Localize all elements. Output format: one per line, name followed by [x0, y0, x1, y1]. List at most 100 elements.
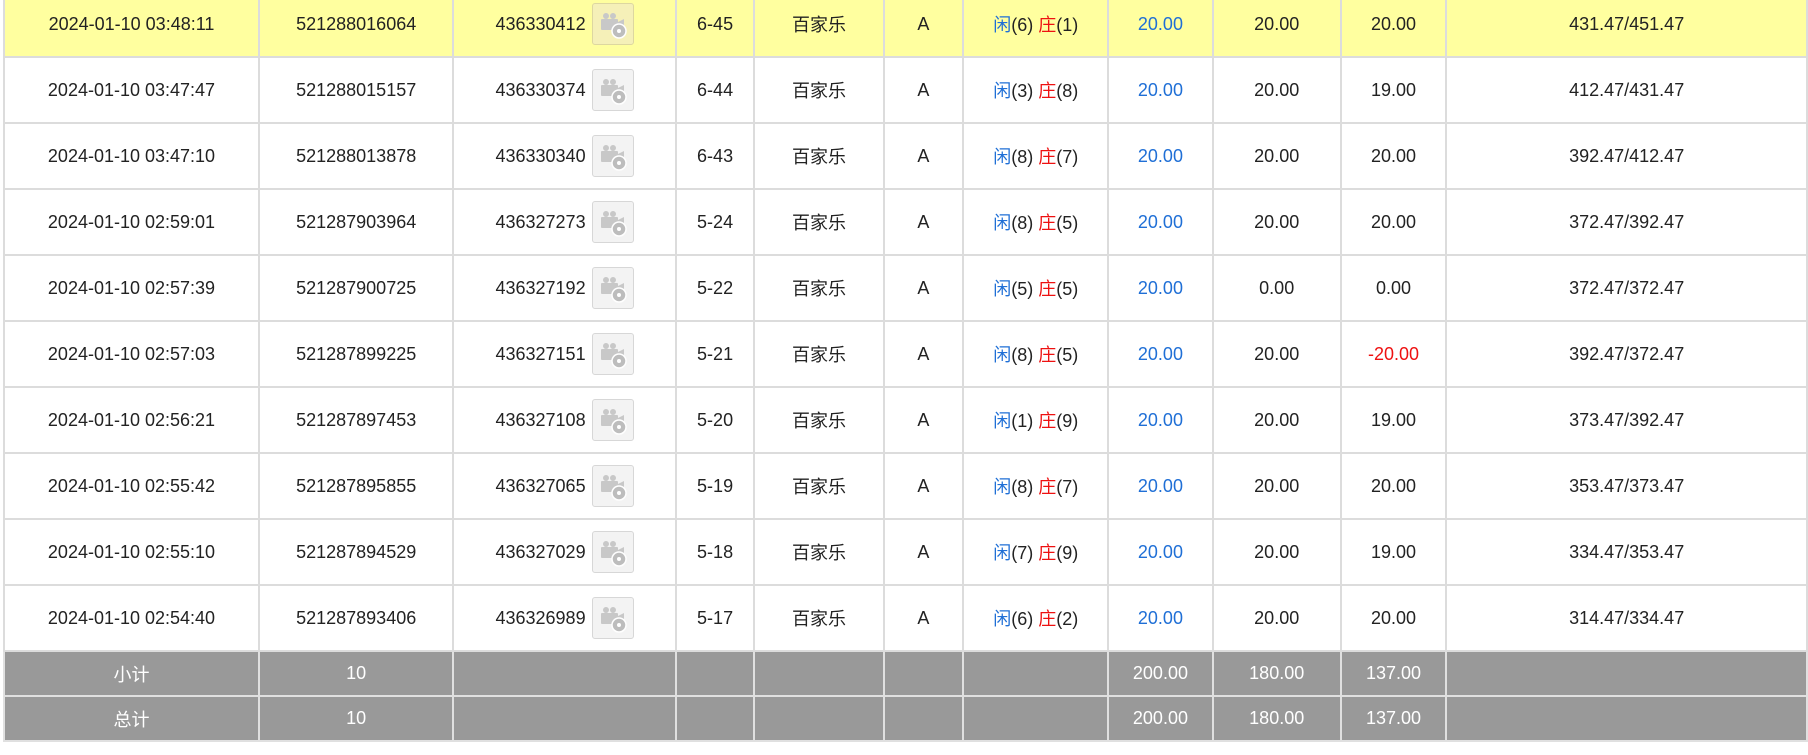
shoe-hand: 5-20	[674, 386, 756, 454]
result-cell: 闲(8) 庄(5)	[962, 320, 1110, 388]
empty-cell	[452, 695, 677, 742]
bet-time: 2024-01-10 03:47:10	[3, 122, 260, 190]
shoe-hand: 6-43	[674, 122, 756, 190]
player-label: 闲	[993, 543, 1012, 563]
bet-time: 2024-01-10 03:48:11	[3, 0, 260, 58]
result-cell: 闲(8) 庄(7)	[962, 452, 1110, 520]
bet-time: 2024-01-10 02:57:39	[3, 254, 260, 322]
game-type: 百家乐	[753, 320, 885, 388]
player-label: 闲	[993, 81, 1012, 101]
banker-score: (2)	[1056, 609, 1079, 629]
empty-cell	[882, 650, 965, 697]
banker-label: 庄	[1038, 411, 1057, 431]
bet-amount: 20.00	[1107, 518, 1214, 586]
empty-cell	[962, 650, 1110, 697]
summary-row: 总计 10 200.00 180.00 137.00	[3, 695, 1808, 742]
result-cell: 闲(7) 庄(9)	[962, 518, 1110, 586]
payout: 20.00	[1339, 452, 1448, 520]
shoe-hand: 6-45	[674, 0, 756, 58]
banker-score: (7)	[1056, 147, 1079, 167]
video-playback-icon[interactable]	[591, 201, 634, 243]
shoe-hand: 5-22	[674, 254, 756, 322]
video-playback-icon[interactable]	[591, 399, 634, 441]
order-number: 521287903964	[257, 188, 455, 256]
video-playback-icon[interactable]	[591, 3, 634, 45]
video-playback-icon[interactable]	[591, 531, 634, 573]
player-label: 闲	[993, 609, 1012, 629]
payout: 20.00	[1339, 188, 1448, 256]
video-playback-icon[interactable]	[591, 465, 634, 507]
player-label: 闲	[993, 411, 1012, 431]
order-number: 521288016064	[257, 0, 455, 58]
table-row: 2024-01-10 02:57:03 521287899225 4363271…	[3, 320, 1808, 388]
bet-amount: 20.00	[1107, 188, 1214, 256]
bet-records-table: 2024-01-10 03:48:11 521288016064 4363304…	[3, 0, 1808, 742]
player-score: (1)	[1011, 411, 1034, 431]
round-cell: 436326989	[452, 584, 677, 652]
round-cell: 436327029	[452, 518, 677, 586]
shoe-hand: 5-24	[674, 188, 756, 256]
payout: 20.00	[1339, 0, 1448, 58]
player-score: (8)	[1011, 477, 1034, 497]
bet-amount: 20.00	[1107, 584, 1214, 652]
order-number: 521287899225	[257, 320, 455, 388]
player-label: 闲	[993, 345, 1012, 365]
game-type: 百家乐	[753, 518, 885, 586]
banker-label: 庄	[1038, 213, 1057, 233]
player-label: 闲	[993, 213, 1012, 233]
order-number: 521288013878	[257, 122, 455, 190]
video-playback-icon[interactable]	[591, 597, 634, 639]
round-id: 436326989	[495, 607, 586, 628]
game-type: 百家乐	[753, 56, 885, 124]
video-playback-icon[interactable]	[591, 135, 634, 177]
table-row: 2024-01-10 02:59:01 521287903964 4363272…	[3, 188, 1808, 256]
result-cell: 闲(6) 庄(2)	[962, 584, 1110, 652]
balance: 372.47/372.47	[1445, 254, 1808, 322]
payout: 20.00	[1339, 584, 1448, 652]
player-score: (6)	[1011, 15, 1034, 35]
result-cell: 闲(5) 庄(5)	[962, 254, 1110, 322]
balance: 373.47/392.47	[1445, 386, 1808, 454]
payout: -20.00	[1339, 320, 1448, 388]
round-cell: 436327273	[452, 188, 677, 256]
bet-amount: 20.00	[1107, 452, 1214, 520]
shoe-hand: 5-19	[674, 452, 756, 520]
video-playback-icon[interactable]	[591, 69, 634, 111]
summary-payout: 137.00	[1339, 695, 1448, 742]
balance: 353.47/373.47	[1445, 452, 1808, 520]
game-type: 百家乐	[753, 386, 885, 454]
banker-label: 庄	[1038, 279, 1057, 299]
banker-score: (5)	[1056, 279, 1079, 299]
result-cell: 闲(8) 庄(5)	[962, 188, 1110, 256]
valid-bet: 20.00	[1211, 320, 1342, 388]
video-playback-icon[interactable]	[591, 333, 634, 375]
summary-payout: 137.00	[1339, 650, 1448, 697]
summary-label: 总计	[3, 695, 260, 742]
game-type: 百家乐	[753, 254, 885, 322]
summary-valid-bet: 180.00	[1211, 650, 1342, 697]
banker-label: 庄	[1038, 81, 1057, 101]
payout: 19.00	[1339, 386, 1448, 454]
order-number: 521288015157	[257, 56, 455, 124]
banker-score: (9)	[1056, 411, 1079, 431]
round-cell: 436330340	[452, 122, 677, 190]
game-type: 百家乐	[753, 0, 885, 58]
game-type: 百家乐	[753, 122, 885, 190]
table-body: 2024-01-10 03:48:11 521288016064 4363304…	[3, 0, 1808, 652]
balance: 372.47/392.47	[1445, 188, 1808, 256]
round-id: 436330374	[495, 79, 586, 100]
result-cell: 闲(3) 庄(8)	[962, 56, 1110, 124]
order-number: 521287897453	[257, 386, 455, 454]
round-id: 436330340	[495, 145, 586, 166]
bet-time: 2024-01-10 03:47:47	[3, 56, 260, 124]
balance: 334.47/353.47	[1445, 518, 1808, 586]
summary-count: 10	[257, 695, 455, 742]
summary-label: 小计	[3, 650, 260, 697]
payout: 20.00	[1339, 122, 1448, 190]
valid-bet: 20.00	[1211, 122, 1342, 190]
result-cell: 闲(8) 庄(7)	[962, 122, 1110, 190]
player-label: 闲	[993, 15, 1012, 35]
player-score: (3)	[1011, 81, 1034, 101]
balance: 392.47/412.47	[1445, 122, 1808, 190]
video-playback-icon[interactable]	[591, 267, 634, 309]
